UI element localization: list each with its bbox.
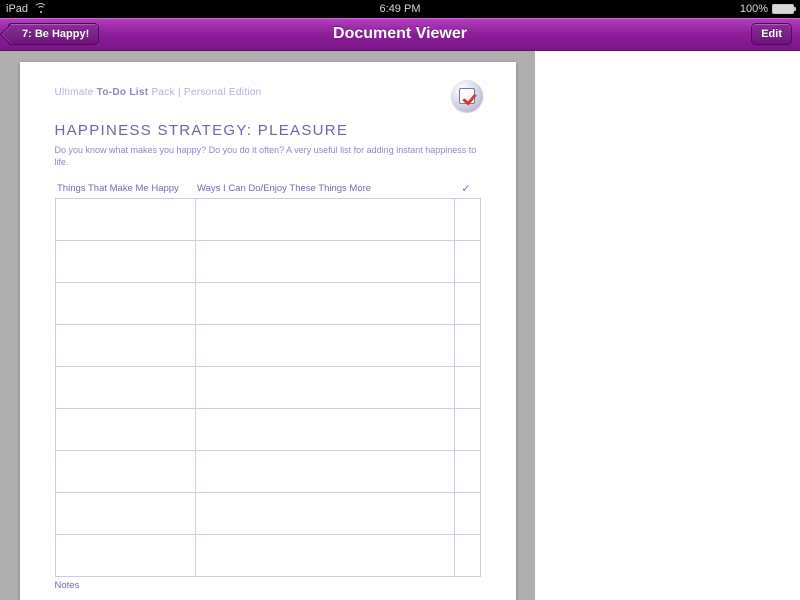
col3-header: ✓ [454,182,480,199]
cell-ways [195,451,454,493]
table-row [55,283,480,325]
back-button-label: 7: Be Happy! [22,28,89,40]
cell-happy [55,241,195,283]
notes-label: Notes [55,580,481,591]
brand-check-icon [451,80,483,112]
cell-happy [55,451,195,493]
cell-check [454,241,480,283]
device-label: iPad [6,3,28,15]
cell-happy [55,409,195,451]
table-row [55,493,480,535]
cell-happy [55,199,195,241]
table-row [55,535,480,577]
cell-happy [55,493,195,535]
col1-header: Things That Make Me Happy [55,182,195,199]
back-button[interactable]: 7: Be Happy! [8,23,99,45]
edit-button[interactable]: Edit [751,23,792,45]
battery-icon [772,4,794,14]
cell-ways [195,283,454,325]
cell-check [454,367,480,409]
cell-ways [195,367,454,409]
right-panel-blank [535,51,800,600]
cell-check [454,451,480,493]
cell-check [454,199,480,241]
status-bar: iPad 6:49 PM 100% [0,0,800,18]
table-row [55,451,480,493]
brand-suffix: Pack | Personal Edition [148,87,261,98]
table-row [55,367,480,409]
table-row [55,409,480,451]
cell-happy [55,283,195,325]
clock: 6:49 PM [0,3,800,15]
cell-ways [195,409,454,451]
page-subtitle: Do you know what makes you happy? Do you… [55,145,481,168]
brand-prefix: Ultimate [55,87,97,98]
wifi-icon [34,4,47,14]
table-row [55,241,480,283]
edit-button-label: Edit [761,28,782,40]
cell-check [454,325,480,367]
battery-text: 100% [740,3,768,15]
cell-ways [195,535,454,577]
cell-happy [55,367,195,409]
table-row [55,325,480,367]
cell-ways [195,325,454,367]
page-title: HAPPINESS STRATEGY: PLEASURE [55,122,481,139]
brand-strong: To-Do List [97,87,149,98]
col2-header: Ways I Can Do/Enjoy These Things More [195,182,454,199]
cell-ways [195,241,454,283]
brand-line: Ultimate To-Do List Pack | Personal Edit… [55,87,481,98]
cell-check [454,283,480,325]
cell-check [454,535,480,577]
nav-title: Document Viewer [0,25,800,43]
cell-check [454,493,480,535]
document-viewport[interactable]: Ultimate To-Do List Pack | Personal Edit… [0,51,535,600]
cell-ways [195,199,454,241]
cell-happy [55,535,195,577]
table-row [55,199,480,241]
cell-check [454,409,480,451]
nav-bar: 7: Be Happy! Document Viewer Edit [0,18,800,51]
worksheet-table: Things That Make Me Happy Ways I Can Do/… [55,182,481,577]
cell-ways [195,493,454,535]
cell-happy [55,325,195,367]
document-page: Ultimate To-Do List Pack | Personal Edit… [20,62,516,600]
